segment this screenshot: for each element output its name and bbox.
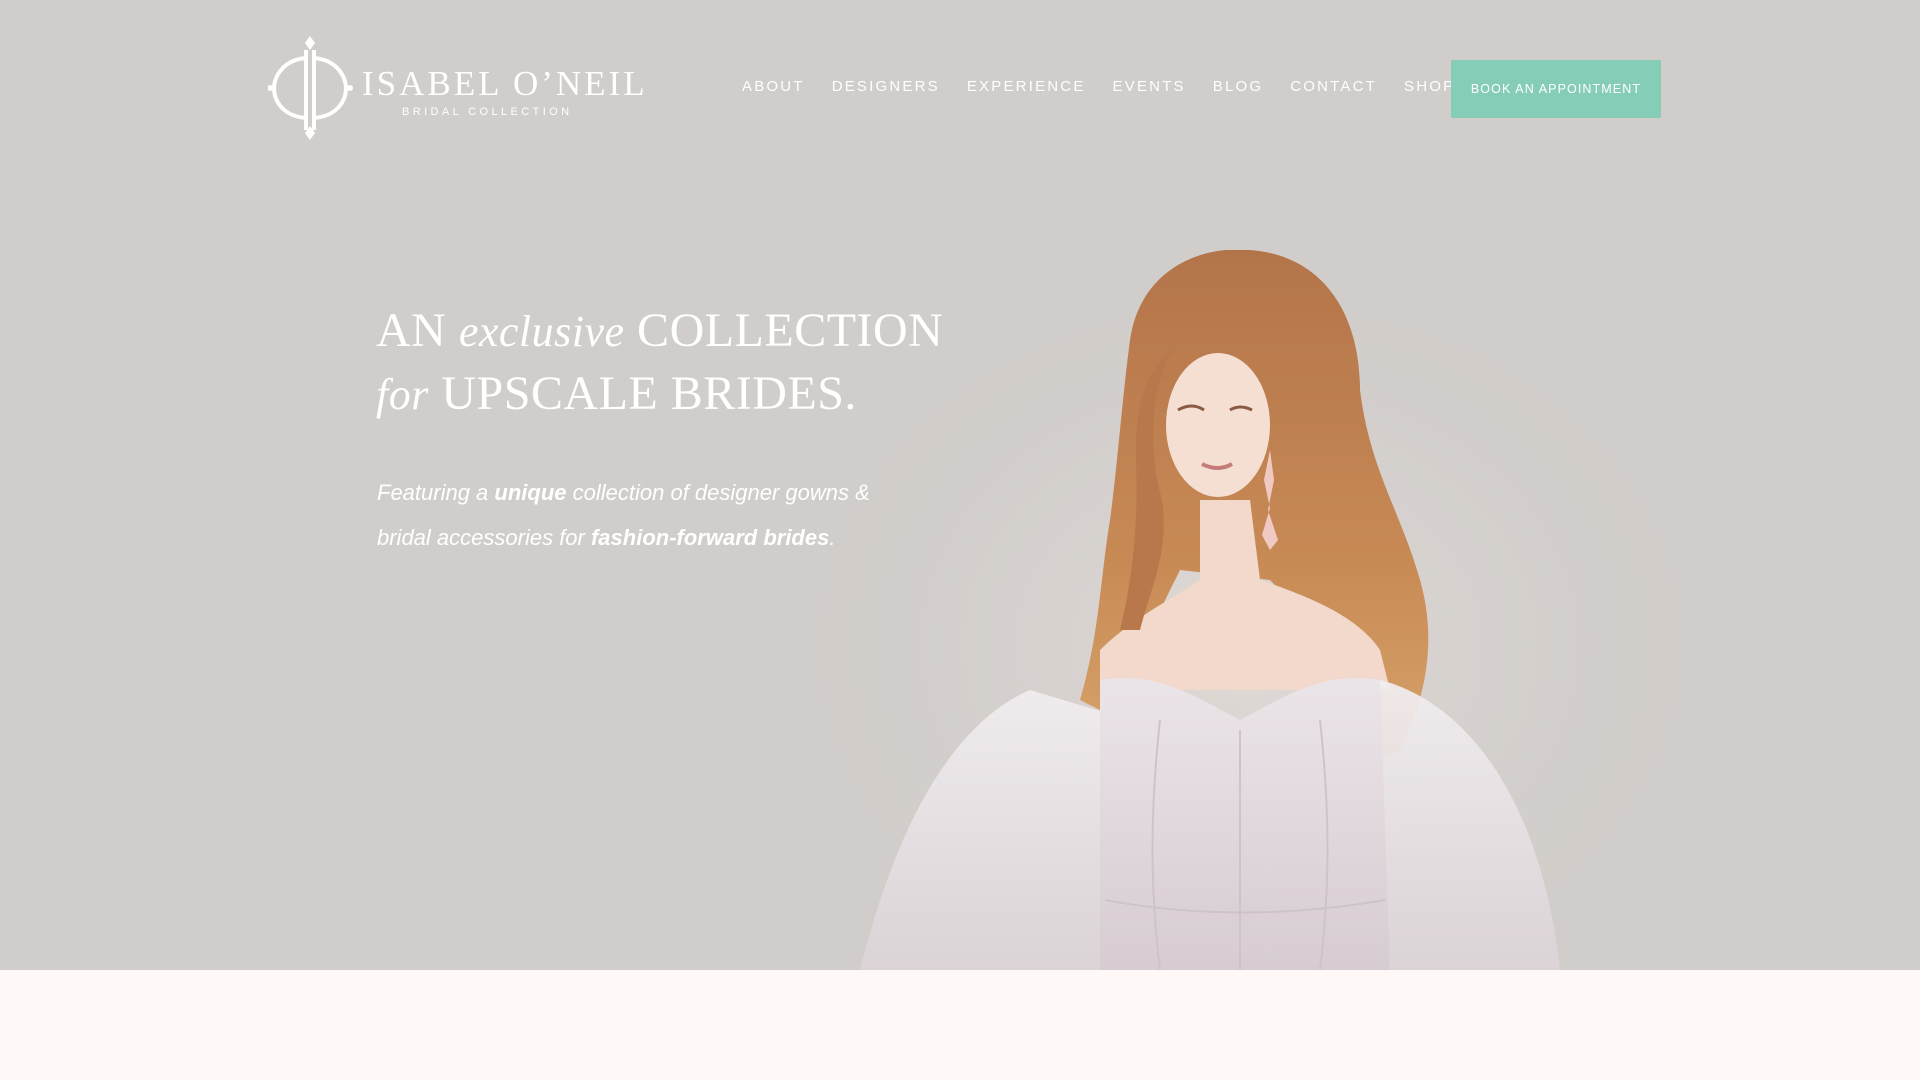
headline-collection: COLLECTION bbox=[637, 304, 944, 357]
nav-item-shop[interactable]: SHOP bbox=[1404, 78, 1455, 95]
nav-item-events[interactable]: EVENTS bbox=[1113, 78, 1186, 95]
headline-upscale-brides: UPSCALE BRIDES. bbox=[441, 367, 857, 420]
hero-headline: AN exclusive COLLECTION for UPSCALE BRID… bbox=[376, 300, 943, 426]
nav-item-contact[interactable]: CONTACT bbox=[1290, 78, 1377, 95]
headline-for: for bbox=[376, 370, 429, 419]
book-appointment-button[interactable]: BOOK AN APPOINTMENT bbox=[1451, 60, 1661, 118]
subcopy-part: . bbox=[829, 525, 836, 550]
hero-subcopy: Featuring a unique collection of designe… bbox=[377, 470, 897, 560]
next-section bbox=[0, 970, 1920, 1080]
main-nav: ABOUT DESIGNERS EXPERIENCE EVENTS BLOG C… bbox=[742, 78, 1482, 95]
subcopy-fashion-forward: fashion-forward brides bbox=[590, 525, 830, 550]
brand-subtitle: BRIDAL COLLECTION bbox=[402, 106, 573, 118]
logo-monogram-icon bbox=[268, 36, 353, 140]
hero-section: ISABEL O’NEIL BRIDAL COLLECTION ABOUT DE… bbox=[0, 0, 1920, 970]
headline-exclusive: exclusive bbox=[458, 307, 625, 356]
brand-logo[interactable]: ISABEL O’NEIL BRIDAL COLLECTION bbox=[268, 36, 645, 140]
nav-item-blog[interactable]: BLOG bbox=[1213, 78, 1263, 95]
subcopy-part: Featuring a bbox=[377, 480, 495, 505]
subcopy-unique: unique bbox=[494, 480, 567, 505]
nav-item-experience[interactable]: EXPERIENCE bbox=[967, 78, 1086, 95]
nav-item-designers[interactable]: DESIGNERS bbox=[832, 78, 940, 95]
headline-an: AN bbox=[376, 304, 447, 357]
nav-item-about[interactable]: ABOUT bbox=[742, 78, 805, 95]
brand-name: ISABEL O’NEIL bbox=[362, 64, 648, 103]
